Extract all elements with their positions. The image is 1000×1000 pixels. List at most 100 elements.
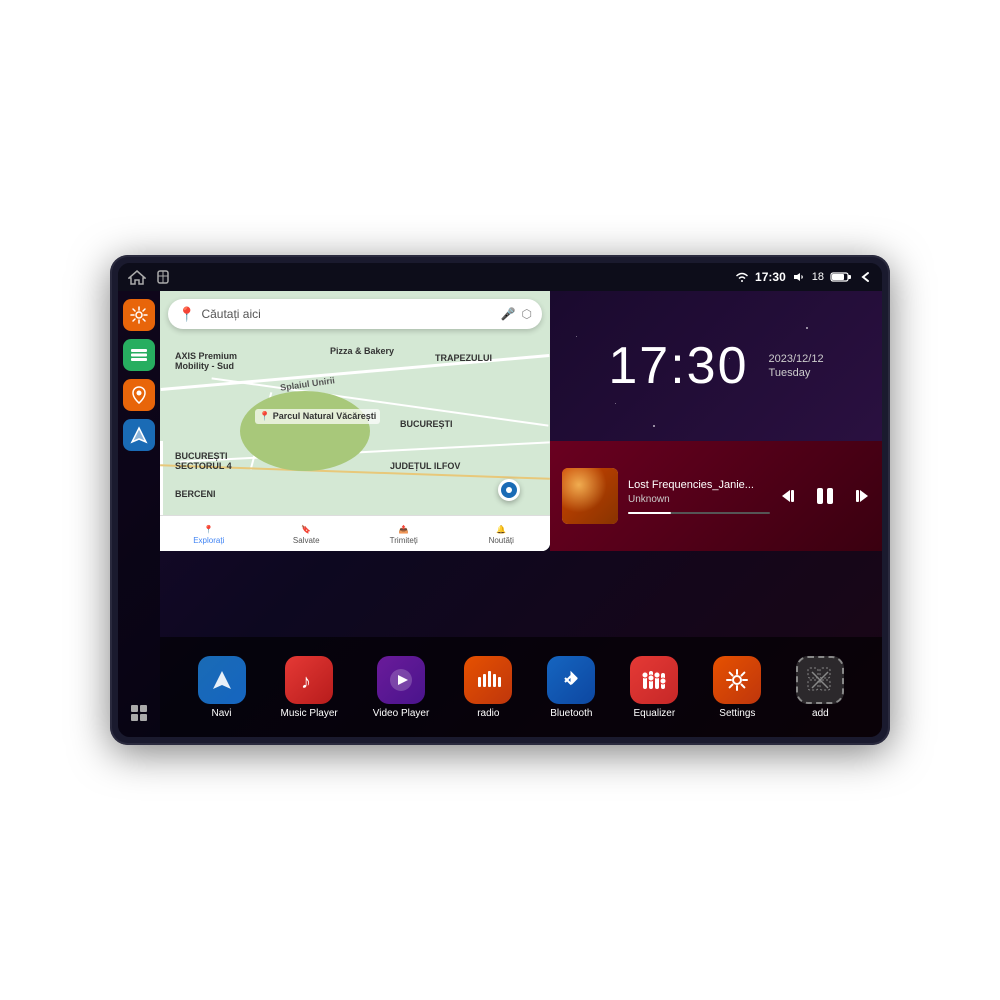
bluetooth-icon [547, 656, 595, 704]
clock-day-value: Tuesday [769, 367, 824, 379]
app-equalizer[interactable]: Equalizer [630, 656, 678, 719]
sidebar-settings-btn[interactable] [123, 299, 155, 331]
app-navi[interactable]: Navi [198, 656, 246, 719]
app-settings[interactable]: Settings [713, 656, 761, 719]
music-widget: Lost Frequencies_Janie... Unknown [550, 441, 882, 551]
app-radio[interactable]: radio [464, 656, 512, 719]
sidebar-menu-btn[interactable] [123, 339, 155, 371]
map-saved-label: Salvate [293, 536, 320, 545]
map-nav-news[interactable]: 🔔 Noutăți [453, 522, 551, 545]
plus-icon [807, 667, 833, 693]
add-label: add [812, 708, 829, 719]
map-label-sector: BUCUREȘTISECTORUL 4 [175, 451, 232, 471]
add-icon [796, 656, 844, 704]
clock-date-value: 2023/12/12 [769, 353, 824, 365]
map-label-axis: AXIS PremiumMobility - Sud [175, 351, 237, 371]
app-add[interactable]: add [796, 656, 844, 719]
bluetooth-label: Bluetooth [550, 708, 592, 719]
battery-level: 18 [812, 271, 824, 283]
map-saved-icon: 🔖 [301, 525, 311, 534]
device-screen: 17:30 18 [118, 263, 882, 737]
right-panel: 17:30 2023/12/12 Tuesday Lost Frequencie… [550, 291, 882, 551]
app-music[interactable]: ♪ Music Player [281, 656, 338, 719]
sidebar-grid-btn[interactable] [123, 697, 155, 729]
map-news-icon: 🔔 [496, 525, 506, 534]
apps-row: Navi ♪ Music Player [160, 637, 882, 737]
grid-icon [130, 704, 148, 722]
music-info: Lost Frequencies_Janie... Unknown [628, 479, 770, 514]
map-send-icon: 📤 [399, 525, 409, 534]
map-label-buc: BUCUREȘTI [400, 419, 453, 429]
settings-icon [130, 306, 148, 324]
map-label-parc: 📍 Parcul Natural Văcărești [255, 409, 380, 424]
location-status-icon [156, 269, 170, 285]
status-bar: 17:30 18 [118, 263, 882, 291]
music-artist: Unknown [628, 494, 770, 505]
next-button[interactable] [850, 486, 870, 506]
app-bluetooth[interactable]: Bluetooth [547, 656, 595, 719]
map-mic-icon[interactable]: 🎤 [501, 307, 516, 321]
clock-date: 2023/12/12 Tuesday [769, 353, 824, 379]
album-art [562, 468, 618, 524]
settings-app-icon [713, 656, 761, 704]
music-controls [780, 485, 870, 507]
gear-icon [724, 667, 750, 693]
map-explore-icon: 📍 [204, 525, 214, 534]
radio-wave-icon [475, 667, 501, 693]
radio-icon [464, 656, 512, 704]
map-bottom-nav: 📍 Explorați 🔖 Salvate 📤 Trimiteți � [160, 515, 550, 551]
clock-time: 17:30 [608, 336, 748, 396]
map-search-placeholder: Căutați aici [201, 307, 494, 321]
status-right: 17:30 18 [735, 270, 872, 284]
app-video[interactable]: Video Player [373, 656, 430, 719]
map-nav-saved[interactable]: 🔖 Salvate [258, 522, 356, 545]
video-label: Video Player [373, 708, 430, 719]
equalizer-label: Equalizer [634, 708, 676, 719]
home-icon[interactable] [128, 269, 146, 285]
map-widget[interactable]: 📍 Căutați aici 🎤 ⬡ AXIS PremiumMobility … [160, 291, 550, 551]
map-label-trapez: TRAPEZULUI [435, 353, 492, 363]
navigation-icon [130, 426, 148, 444]
map-nav-explore[interactable]: 📍 Explorați [160, 522, 258, 545]
center-area: 📍 Căutați aici 🎤 ⬡ AXIS PremiumMobility … [160, 291, 882, 737]
music-progress-bar [628, 512, 770, 514]
map-news-label: Noutăți [489, 536, 514, 545]
settings-label: Settings [719, 708, 755, 719]
pause-button[interactable] [814, 485, 836, 507]
sidebar-map-btn[interactable] [123, 379, 155, 411]
map-label-pizza: Pizza & Bakery [330, 346, 394, 356]
radio-label: radio [477, 708, 499, 719]
music-note-icon: ♪ [296, 667, 322, 693]
map-layers-icon[interactable]: ⬡ [522, 307, 532, 321]
map-search-pin: 📍 [178, 306, 195, 323]
equalizer-icon [630, 656, 678, 704]
back-icon[interactable] [858, 270, 872, 284]
menu-icon [130, 348, 148, 362]
battery-icon [830, 271, 852, 283]
status-left [128, 269, 170, 285]
clock-widget: 17:30 2023/12/12 Tuesday [550, 291, 882, 441]
music-progress-fill [628, 512, 671, 514]
sidebar [118, 291, 160, 737]
volume-icon [792, 271, 806, 283]
music-icon: ♪ [285, 656, 333, 704]
main-content: 📍 Căutați aici 🎤 ⬡ AXIS PremiumMobility … [118, 291, 882, 737]
video-icon [377, 656, 425, 704]
device-frame: 17:30 18 [110, 255, 890, 745]
sidebar-nav-btn[interactable] [123, 419, 155, 451]
navi-label: Navi [211, 708, 231, 719]
map-nav-send[interactable]: 📤 Trimiteți [355, 522, 453, 545]
svg-text:♪: ♪ [301, 671, 311, 693]
prev-button[interactable] [780, 486, 800, 506]
navi-icon [198, 656, 246, 704]
map-label-ilfov: JUDEȚUL ILFOV [390, 461, 460, 471]
music-title: Lost Frequencies_Janie... [628, 479, 758, 491]
time-display: 17:30 [755, 270, 786, 284]
music-label: Music Player [281, 708, 338, 719]
map-explore-label: Explorați [193, 536, 224, 545]
map-search-bar[interactable]: 📍 Căutați aici 🎤 ⬡ [168, 299, 542, 329]
map-label-berceni: BERCENI [175, 489, 216, 499]
map-send-label: Trimiteți [390, 536, 418, 545]
navi-arrow-icon [209, 667, 235, 693]
equalizer-bars-icon [641, 667, 667, 693]
